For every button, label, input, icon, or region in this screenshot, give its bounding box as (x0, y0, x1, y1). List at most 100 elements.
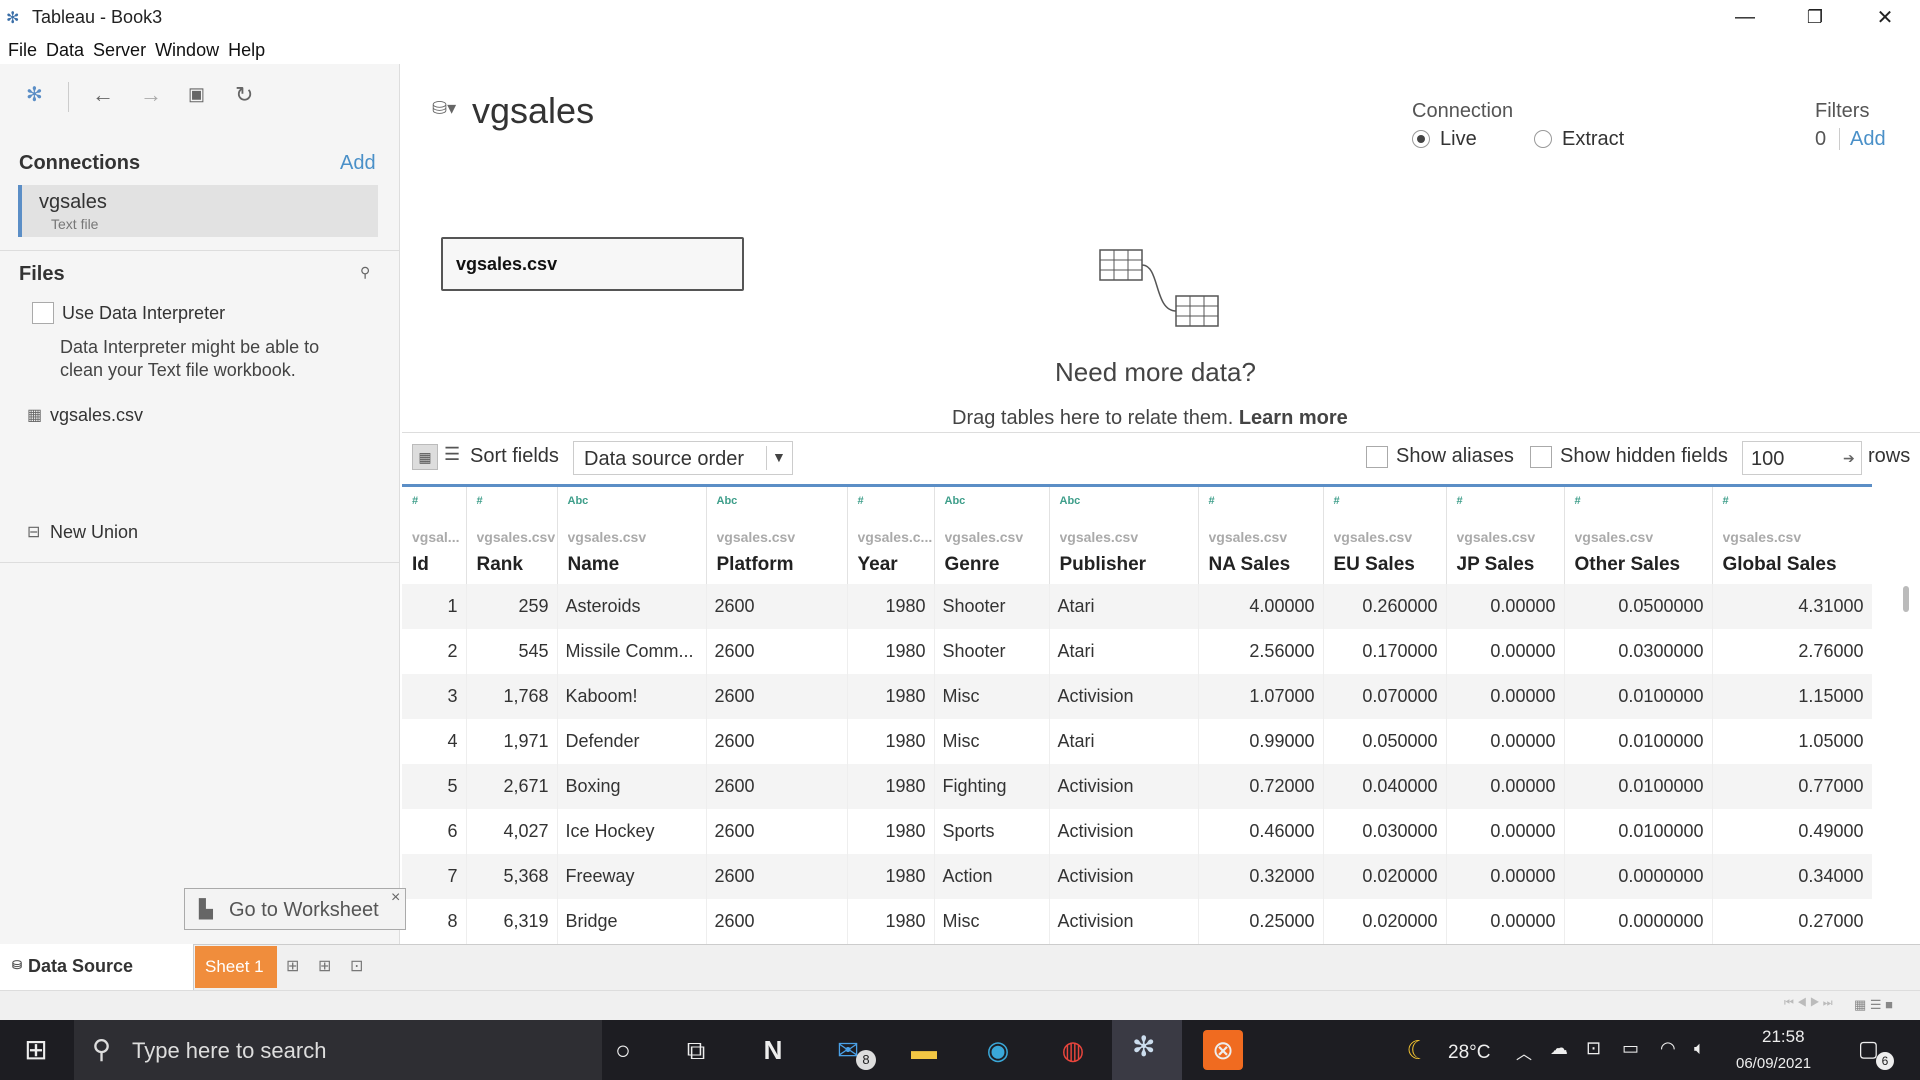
view-mode-icons[interactable]: ▦ ☰ ■ (1854, 997, 1893, 1013)
data-interpreter-checkbox[interactable] (32, 302, 54, 324)
table-cell[interactable]: 5,368 (466, 853, 558, 899)
table-cell[interactable]: Defender (557, 718, 707, 764)
table-cell[interactable]: 1980 (847, 808, 935, 854)
table-cell[interactable]: 2.56000 (1198, 628, 1324, 674)
table-cell[interactable]: 2600 (706, 763, 848, 809)
menu-server[interactable]: Server (85, 34, 146, 61)
field-name[interactable]: Global Sales (1723, 554, 1837, 576)
table-cell[interactable]: 0.77000 (1712, 763, 1872, 809)
field-type-icon[interactable]: # (1575, 495, 1581, 507)
field-type-icon[interactable]: Abc (1060, 495, 1081, 507)
connection-item[interactable]: vgsales Text file (18, 185, 378, 237)
column-header-na-sales[interactable]: # vgsales.csv NA Sales (1198, 484, 1324, 584)
table-cell[interactable]: Shooter (934, 583, 1050, 629)
table-cell[interactable]: 1.15000 (1712, 673, 1872, 719)
windows-start-icon[interactable]: ⊞ (16, 1030, 56, 1070)
column-header-name[interactable]: Abc vgsales.csv Name (557, 484, 707, 584)
column-header-platform[interactable]: Abc vgsales.csv Platform (706, 484, 848, 584)
table-cell[interactable]: 2600 (706, 718, 848, 764)
clock-time[interactable]: 21:58 (1762, 1027, 1805, 1047)
table-cell[interactable]: 0.00000 (1446, 628, 1565, 674)
table-cell[interactable]: 1980 (847, 763, 935, 809)
refresh-icon[interactable]: ↻ (235, 82, 253, 108)
table-cell[interactable]: Misc (934, 898, 1050, 944)
tooltip-close-icon[interactable]: × (391, 889, 400, 907)
field-name[interactable]: Rank (477, 554, 523, 576)
table-cell[interactable]: 2 (402, 628, 467, 674)
table-cell[interactable]: 0.0100000 (1564, 808, 1713, 854)
save-icon[interactable]: ▣ (188, 84, 205, 105)
table-cell[interactable]: Activision (1049, 853, 1199, 899)
arrow-right-icon[interactable]: ➔ (1843, 450, 1855, 467)
clock-date[interactable]: 06/09/2021 (1736, 1055, 1811, 1072)
task-view-icon[interactable]: ⧉ (676, 1030, 716, 1070)
table-cell[interactable]: 4 (402, 718, 467, 764)
table-cell[interactable]: Boxing (557, 763, 707, 809)
table-cell[interactable]: 2600 (706, 808, 848, 854)
show-hidden-fields-checkbox[interactable] (1530, 446, 1552, 468)
menu-window[interactable]: Window (147, 34, 219, 61)
field-type-icon[interactable]: # (1209, 495, 1215, 507)
field-name[interactable]: Platform (717, 554, 794, 576)
table-cell[interactable]: 0.170000 (1323, 628, 1447, 674)
restore-button[interactable]: ❐ (1780, 0, 1850, 34)
table-cell[interactable]: 0.00000 (1446, 583, 1565, 629)
column-header-publisher[interactable]: Abc vgsales.csv Publisher (1049, 484, 1199, 584)
field-name[interactable]: Genre (945, 554, 1000, 576)
table-cell[interactable]: Misc (934, 718, 1050, 764)
table-cell[interactable]: Atari (1049, 718, 1199, 764)
menu-help[interactable]: Help (220, 34, 265, 61)
table-cell[interactable]: Atari (1049, 583, 1199, 629)
search-icon[interactable]: ⚲ (360, 264, 370, 281)
file-item-vgsales[interactable]: vgsales.csv (50, 405, 143, 426)
field-type-icon[interactable]: # (477, 495, 483, 507)
table-cell[interactable]: 2600 (706, 583, 848, 629)
list-view-icon[interactable]: ☰ (444, 444, 460, 465)
table-cell[interactable]: Ice Hockey (557, 808, 707, 854)
table-cell[interactable]: 1980 (847, 673, 935, 719)
tableau-home-icon[interactable]: ✻ (26, 82, 43, 107)
table-cell[interactable]: 1980 (847, 583, 935, 629)
table-cell[interactable]: 0.0300000 (1564, 628, 1713, 674)
field-name[interactable]: Name (568, 554, 620, 576)
field-name[interactable]: NA Sales (1209, 554, 1291, 576)
table-cell[interactable]: 2.76000 (1712, 628, 1872, 674)
table-cell[interactable]: 1,768 (466, 673, 558, 719)
show-aliases-checkbox[interactable] (1366, 446, 1388, 468)
tray-app-icon[interactable]: ⊡ (1586, 1038, 1601, 1059)
table-cell[interactable]: 0.25000 (1198, 898, 1324, 944)
edge-icon[interactable]: ◉ (978, 1030, 1018, 1070)
table-cell[interactable]: 0.27000 (1712, 898, 1872, 944)
table-cell[interactable]: 0.020000 (1323, 853, 1447, 899)
table-cell[interactable]: 0.0100000 (1564, 763, 1713, 809)
field-type-icon[interactable]: # (1723, 495, 1729, 507)
column-header-eu-sales[interactable]: # vgsales.csv EU Sales (1323, 484, 1447, 584)
sort-fields-select[interactable]: Data source order ▼ (573, 441, 793, 475)
table-cell[interactable]: Action (934, 853, 1050, 899)
sheet-nav-icons[interactable]: ⏮ ◀ ▶ ⏭ (1784, 997, 1833, 1010)
field-name[interactable]: Id (412, 554, 429, 576)
live-radio[interactable] (1412, 130, 1430, 148)
vertical-scrollbar[interactable] (1903, 586, 1909, 612)
table-cell[interactable]: Bridge (557, 898, 707, 944)
menu-file[interactable]: File (0, 34, 37, 61)
table-cell[interactable]: 0.0500000 (1564, 583, 1713, 629)
table-cell[interactable]: 1980 (847, 718, 935, 764)
field-type-icon[interactable]: # (412, 495, 418, 507)
table-cell[interactable]: 2600 (706, 898, 848, 944)
table-cell[interactable]: 259 (466, 583, 558, 629)
table-cell[interactable]: 0.46000 (1198, 808, 1324, 854)
table-cell[interactable]: 0.030000 (1323, 808, 1447, 854)
table-cell[interactable]: 0.00000 (1446, 898, 1565, 944)
table-cell[interactable]: Freeway (557, 853, 707, 899)
table-cell[interactable]: 1980 (847, 853, 935, 899)
tab-sheet-1[interactable]: Sheet 1 (195, 946, 277, 988)
file-explorer-icon[interactable]: ▬ (904, 1030, 944, 1070)
weather-temp[interactable]: 28°C (1448, 1042, 1490, 1064)
column-header-jp-sales[interactable]: # vgsales.csv JP Sales (1446, 484, 1565, 584)
volume-icon[interactable]: 🔈︎ (1694, 1038, 1705, 1059)
field-type-icon[interactable]: Abc (568, 495, 589, 507)
table-cell[interactable]: Asteroids (557, 583, 707, 629)
field-type-icon[interactable]: Abc (717, 495, 738, 507)
table-cell[interactable]: 2,671 (466, 763, 558, 809)
